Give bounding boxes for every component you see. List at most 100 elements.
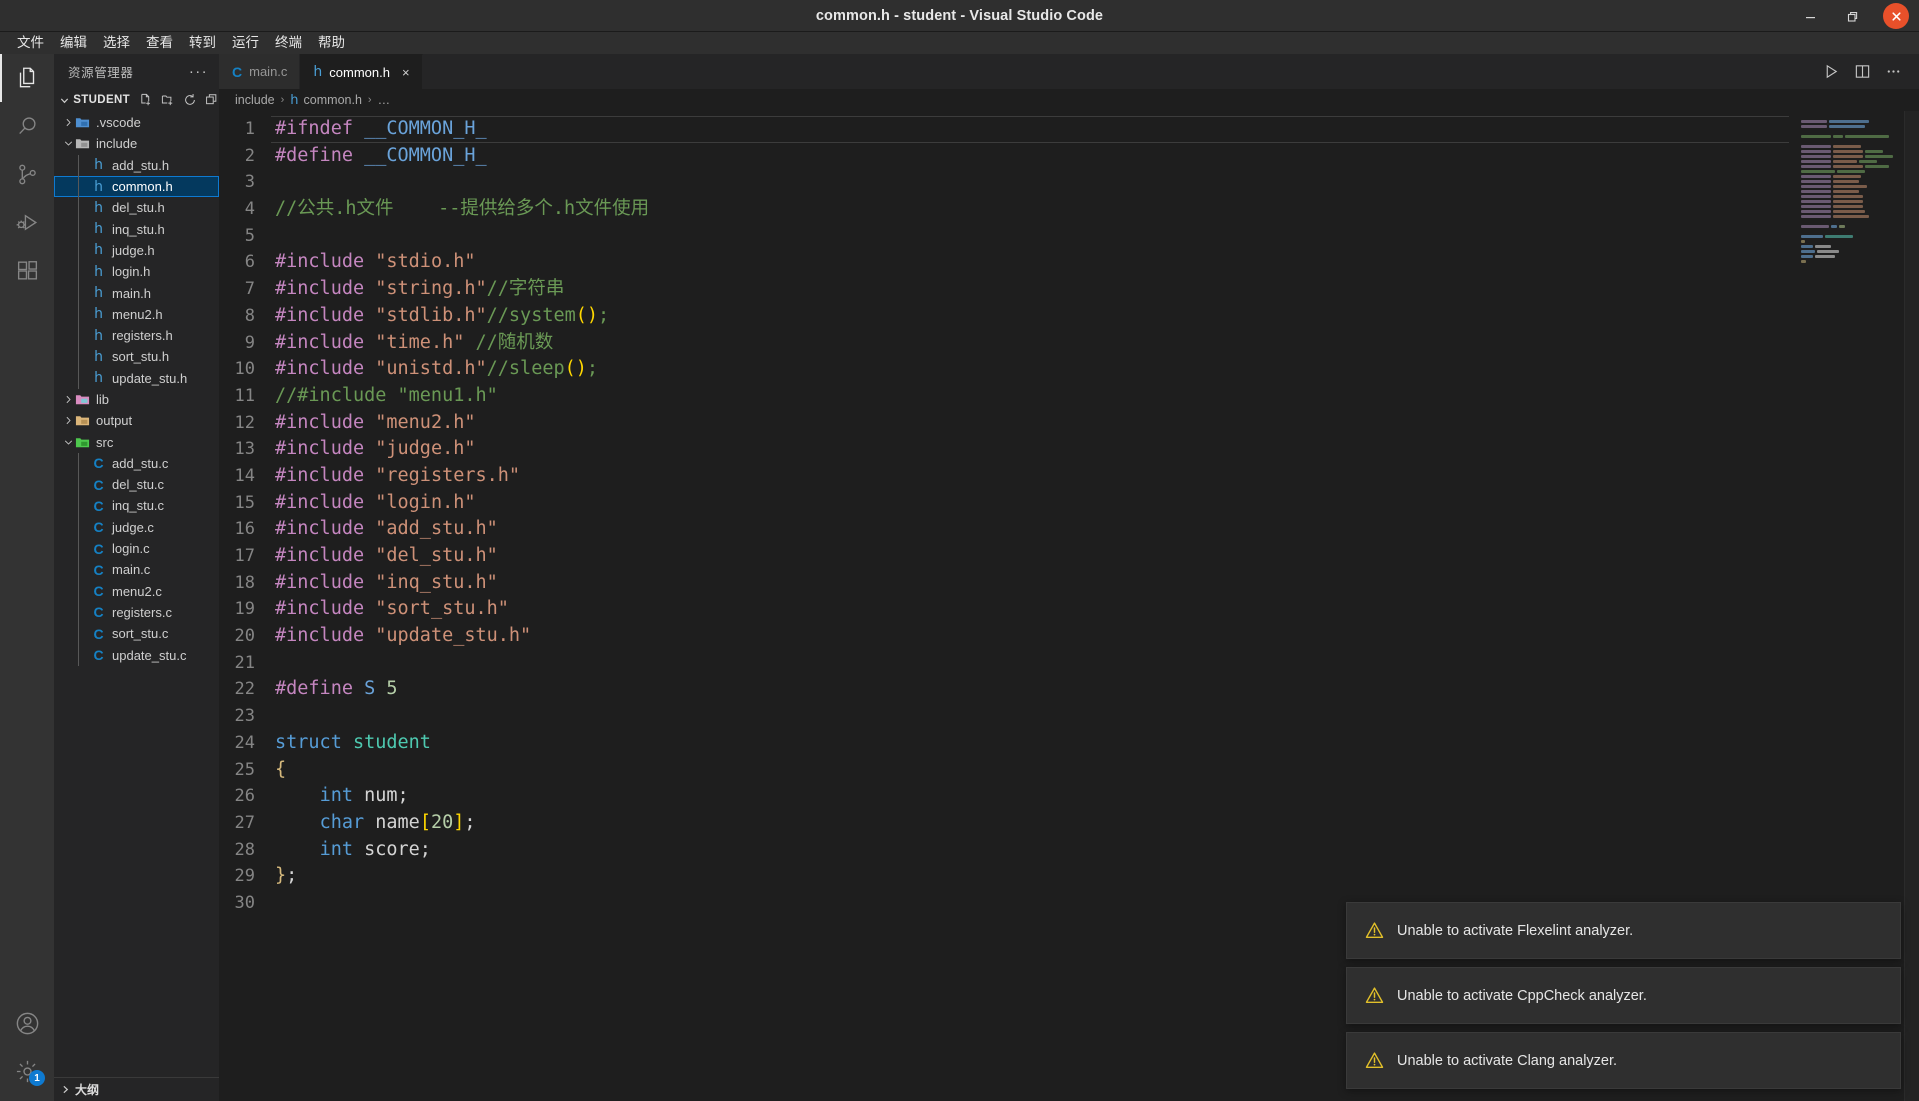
- code-line-22[interactable]: #define S 5: [271, 676, 1789, 703]
- code-line-12[interactable]: #include "menu2.h": [271, 410, 1789, 437]
- code-line-15[interactable]: #include "login.h": [271, 490, 1789, 517]
- tree-file-inq-stu-c[interactable]: Cinq_stu.c: [54, 495, 219, 517]
- menu-item-7[interactable]: 帮助: [310, 32, 353, 54]
- menu-item-2[interactable]: 选择: [95, 32, 138, 54]
- tree-file-registers-c[interactable]: Cregisters.c: [54, 601, 219, 624]
- more-actions-icon[interactable]: [1879, 58, 1907, 86]
- activity-run-debug-icon[interactable]: [0, 198, 54, 246]
- code-line-9[interactable]: #include "time.h" //随机数: [271, 330, 1789, 357]
- tab-common-h[interactable]: h common.h ×: [300, 54, 423, 89]
- code-line-6[interactable]: #include "stdio.h": [271, 249, 1789, 276]
- outline-section-header[interactable]: 大纲: [54, 1077, 219, 1101]
- line-number: 7: [244, 279, 255, 300]
- vertical-scrollbar[interactable]: [1905, 111, 1919, 1101]
- tree-folder--vscode[interactable]: .vscode: [54, 112, 219, 133]
- code-line-25[interactable]: {: [271, 757, 1789, 784]
- new-folder-icon[interactable]: [161, 93, 175, 107]
- code-line-24[interactable]: struct student: [271, 730, 1789, 757]
- tree-file-login-c[interactable]: Clogin.c: [54, 537, 219, 560]
- editor-tabs[interactable]: Cmain.c h common.h ×: [219, 54, 423, 89]
- collapse-all-icon[interactable]: [205, 93, 219, 107]
- menu-item-4[interactable]: 转到: [181, 32, 224, 54]
- close-button[interactable]: [1873, 0, 1919, 32]
- activity-source-control-icon[interactable]: [0, 150, 54, 198]
- tree-file-sort-stu-c[interactable]: Csort_stu.c: [54, 623, 219, 645]
- code-line-4[interactable]: //公共.h文件 --提供给多个.h文件使用: [271, 196, 1789, 223]
- menu-item-5[interactable]: 运行: [224, 32, 267, 54]
- code-line-21[interactable]: [271, 650, 1789, 677]
- maximize-button[interactable]: [1831, 0, 1873, 32]
- tree-file-menu2-h[interactable]: h menu2.h: [54, 303, 219, 325]
- notification-toast-0[interactable]: Unable to activate Flexelint analyzer.: [1346, 902, 1901, 959]
- tab-main-c[interactable]: Cmain.c: [219, 54, 301, 89]
- code-line-1[interactable]: #ifndef __COMMON_H_: [271, 116, 1789, 143]
- code-line-23[interactable]: [271, 703, 1789, 730]
- new-file-icon[interactable]: [139, 93, 153, 107]
- split-editor-icon[interactable]: [1848, 58, 1876, 86]
- code-line-29[interactable]: };: [271, 863, 1789, 890]
- code-line-5[interactable]: [271, 223, 1789, 250]
- file-tree[interactable]: .vscode include h add_stu.h h common.h h del_st…: [54, 111, 219, 1077]
- tree-folder-include[interactable]: include: [54, 133, 219, 154]
- code-line-2[interactable]: #define __COMMON_H_: [271, 143, 1789, 170]
- code-token: #include: [275, 598, 376, 620]
- tree-file-main-c[interactable]: Cmain.c: [54, 559, 219, 581]
- code-line-14[interactable]: #include "registers.h": [271, 463, 1789, 490]
- breadcrumb-item-2[interactable]: …: [378, 93, 391, 107]
- run-icon[interactable]: [1817, 58, 1845, 86]
- tree-file-inq-stu-h[interactable]: h inq_stu.h: [54, 218, 219, 240]
- breadcrumb[interactable]: include › h common.h ›…: [219, 89, 1919, 111]
- activity-extensions-icon[interactable]: [0, 246, 54, 294]
- tree-file-login-h[interactable]: h login.h: [54, 261, 219, 283]
- refresh-icon[interactable]: [183, 93, 197, 107]
- code-line-3[interactable]: [271, 169, 1789, 196]
- tree-file-add-stu-h[interactable]: h add_stu.h: [54, 154, 219, 176]
- code-line-16[interactable]: #include "add_stu.h": [271, 516, 1789, 543]
- tree-file-common-h[interactable]: h common.h: [54, 175, 219, 198]
- sidebar-more-actions-icon[interactable]: ···: [184, 64, 213, 79]
- tree-file-sort-stu-h[interactable]: h sort_stu.h: [54, 346, 219, 368]
- workspace-section-header[interactable]: STUDENT: [54, 89, 219, 111]
- menu-item-0[interactable]: 文件: [9, 32, 52, 54]
- code-line-8[interactable]: #include "stdlib.h"//system();: [271, 303, 1789, 330]
- tree-folder-src[interactable]: src: [54, 431, 219, 452]
- code-line-20[interactable]: #include "update_stu.h": [271, 623, 1789, 650]
- code-line-7[interactable]: #include "string.h"//字符串: [271, 276, 1789, 303]
- tree-file-main-h[interactable]: h main.h: [54, 282, 219, 304]
- tree-file-menu2-c[interactable]: Cmenu2.c: [54, 580, 219, 602]
- tree-file-registers-h[interactable]: h registers.h: [54, 324, 219, 347]
- tab-close-icon[interactable]: ×: [402, 65, 410, 80]
- activity-search-icon[interactable]: [0, 102, 54, 150]
- account-icon[interactable]: [0, 999, 54, 1047]
- code-line-27[interactable]: char name[20];: [271, 810, 1789, 837]
- activity-explorer-icon[interactable]: [0, 54, 54, 102]
- menu-item-1[interactable]: 编辑: [52, 32, 95, 54]
- tree-file-update-stu-h[interactable]: h update_stu.h: [54, 367, 219, 389]
- tree-folder-output[interactable]: output: [54, 410, 219, 431]
- minimize-button[interactable]: [1789, 0, 1831, 32]
- code-line-10[interactable]: #include "unistd.h"//sleep();: [271, 356, 1789, 383]
- code-line-11[interactable]: //#include "menu1.h": [271, 383, 1789, 410]
- menu-item-3[interactable]: 查看: [138, 32, 181, 54]
- menu-item-6[interactable]: 终端: [267, 32, 310, 54]
- vscode-folder-icon: [74, 115, 91, 130]
- notification-toast-1[interactable]: Unable to activate CppCheck analyzer.: [1346, 967, 1901, 1024]
- minimap-block: [1801, 200, 1831, 203]
- code-line-28[interactable]: int score;: [271, 837, 1789, 864]
- code-line-19[interactable]: #include "sort_stu.h": [271, 596, 1789, 623]
- tree-folder-lib[interactable]: lib: [54, 389, 219, 410]
- tree-file-judge-h[interactable]: h judge.h: [54, 239, 219, 262]
- notification-toast-2[interactable]: Unable to activate Clang analyzer.: [1346, 1032, 1901, 1089]
- code-line-26[interactable]: int num;: [271, 783, 1789, 810]
- tree-file-add-stu-c[interactable]: Cadd_stu.c: [54, 452, 219, 475]
- manage-gear-icon[interactable]: 1: [0, 1047, 54, 1095]
- tree-file-update-stu-c[interactable]: Cupdate_stu.c: [54, 644, 219, 666]
- code-line-17[interactable]: #include "del_stu.h": [271, 543, 1789, 570]
- code-line-18[interactable]: #include "inq_stu.h": [271, 570, 1789, 597]
- breadcrumb-item-0[interactable]: include: [235, 93, 275, 107]
- breadcrumb-item-1[interactable]: h common.h: [290, 93, 362, 108]
- tree-file-del-stu-h[interactable]: h del_stu.h: [54, 197, 219, 219]
- code-line-13[interactable]: #include "judge.h": [271, 436, 1789, 463]
- tree-file-del-stu-c[interactable]: Cdel_stu.c: [54, 474, 219, 496]
- tree-file-judge-c[interactable]: Cjudge.c: [54, 516, 219, 538]
